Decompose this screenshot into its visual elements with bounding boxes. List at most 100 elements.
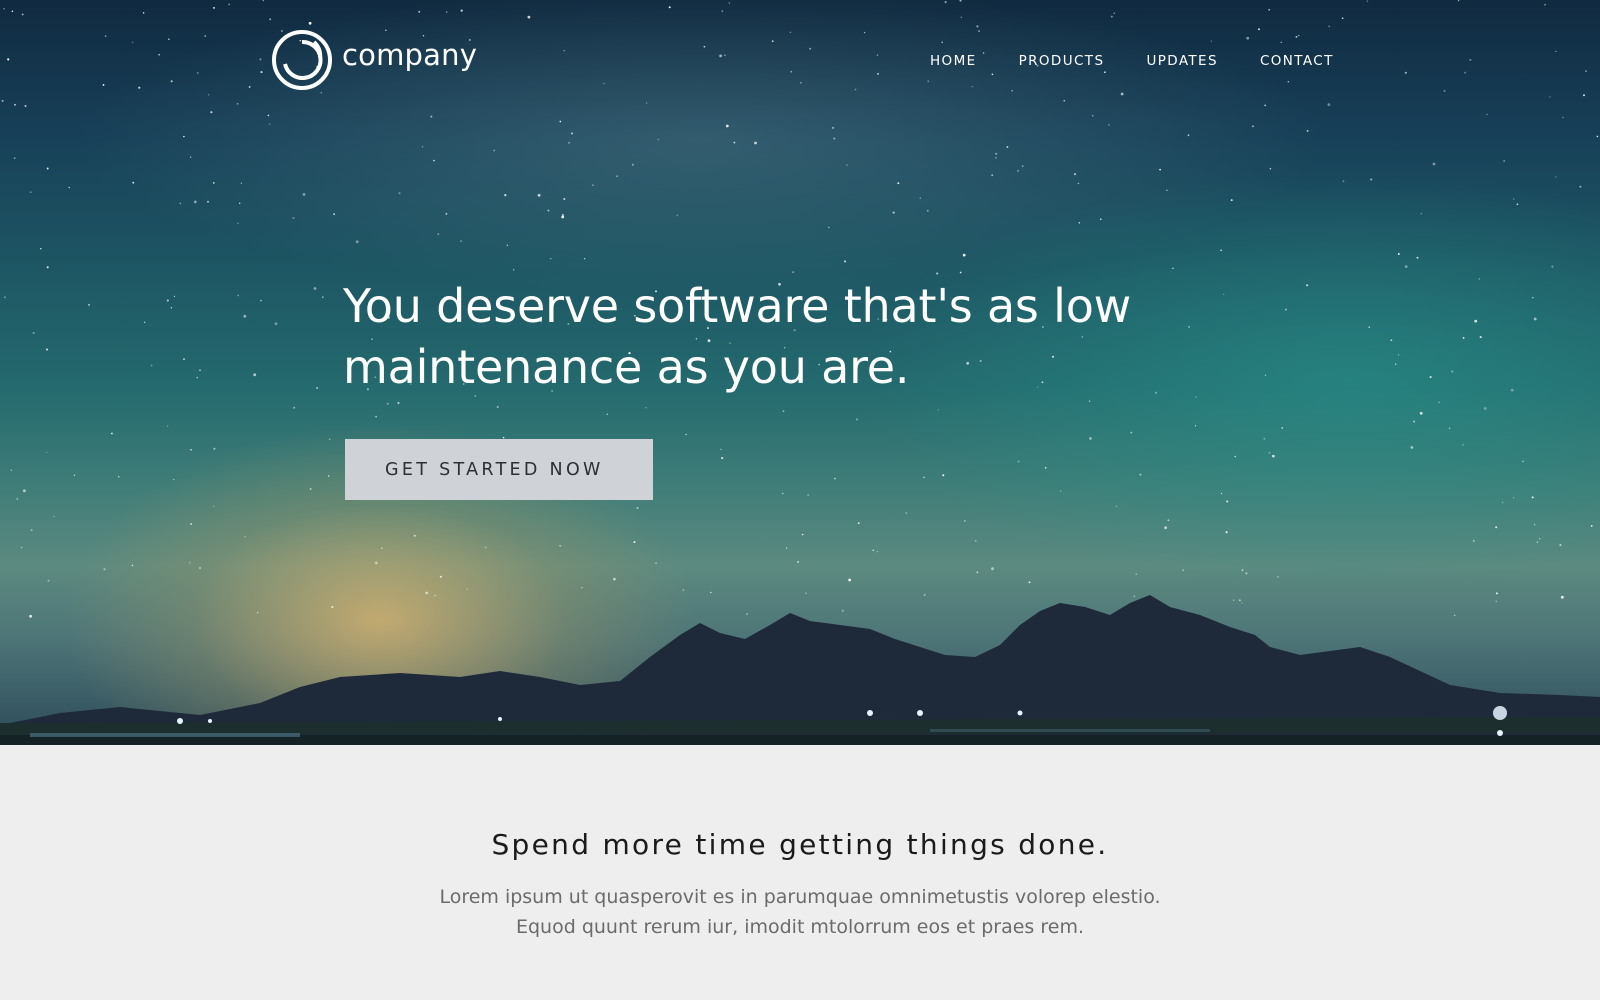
star — [413, 534, 416, 537]
star — [1531, 496, 1534, 499]
star — [327, 475, 330, 477]
star — [1166, 189, 1168, 192]
star — [1139, 473, 1142, 476]
star — [1420, 212, 1423, 215]
star — [797, 561, 799, 563]
star — [1280, 41, 1282, 44]
star — [919, 197, 921, 199]
star — [1017, 460, 1020, 463]
features-line-2: Equod quunt rerum iur, imodit mtolorrum … — [515, 916, 1084, 938]
star — [960, 16, 962, 18]
star — [13, 157, 16, 160]
nav-contact[interactable]: CONTACT — [1260, 53, 1334, 69]
get-started-button[interactable]: GET STARTED NOW — [345, 439, 653, 500]
nav-products[interactable]: PRODUCTS — [1019, 53, 1105, 69]
star — [1234, 455, 1236, 458]
star — [11, 10, 14, 13]
star — [877, 72, 879, 75]
ring-logo-icon — [272, 30, 332, 90]
star — [460, 9, 463, 12]
star — [1059, 490, 1062, 492]
star — [173, 295, 176, 297]
star — [313, 287, 317, 290]
star — [568, 141, 571, 144]
star — [183, 358, 185, 360]
star — [991, 567, 994, 571]
star — [445, 212, 448, 215]
star — [1022, 165, 1024, 167]
star — [1108, 124, 1110, 126]
star — [1306, 129, 1309, 132]
star — [1264, 104, 1267, 107]
star — [1532, 296, 1534, 299]
star — [616, 175, 619, 178]
star — [170, 307, 173, 309]
star — [398, 192, 401, 195]
star — [193, 200, 197, 204]
star — [386, 402, 389, 405]
star — [1585, 70, 1587, 72]
star — [446, 11, 448, 13]
star — [1327, 103, 1331, 106]
star — [138, 86, 141, 89]
star — [1486, 113, 1488, 116]
star — [721, 10, 724, 12]
star — [1368, 326, 1370, 328]
star — [1220, 249, 1222, 252]
star — [1516, 203, 1519, 206]
star — [1277, 576, 1279, 578]
star — [781, 492, 784, 495]
star — [207, 200, 209, 203]
star — [1590, 525, 1593, 527]
star — [1195, 396, 1197, 398]
star — [923, 476, 925, 479]
star — [1451, 370, 1454, 373]
star — [807, 494, 809, 496]
company-logo[interactable]: company — [270, 28, 477, 92]
star — [131, 564, 134, 567]
star — [46, 167, 49, 170]
star — [754, 141, 757, 145]
star — [1341, 17, 1344, 20]
star — [843, 260, 847, 263]
star — [995, 157, 997, 159]
star — [433, 159, 435, 162]
star — [439, 575, 442, 578]
star — [213, 505, 215, 507]
star — [1473, 540, 1475, 542]
star — [603, 82, 605, 85]
star — [936, 272, 939, 275]
star — [1088, 400, 1091, 402]
star — [189, 156, 192, 158]
star — [212, 182, 215, 184]
star — [703, 45, 706, 48]
star — [355, 240, 359, 244]
star — [1462, 444, 1464, 446]
nav-home[interactable]: HOME — [930, 53, 977, 69]
star — [418, 10, 421, 13]
star — [118, 476, 120, 478]
star — [1596, 135, 1599, 138]
star — [828, 226, 830, 229]
star — [322, 296, 324, 298]
star — [240, 182, 242, 184]
star — [1413, 420, 1416, 423]
star — [237, 222, 239, 225]
star — [1073, 173, 1077, 176]
star — [927, 80, 929, 82]
star — [253, 373, 257, 377]
star — [183, 135, 185, 138]
star — [1120, 92, 1124, 96]
star — [269, 18, 272, 21]
star — [685, 433, 687, 436]
nav-updates[interactable]: UPDATES — [1146, 53, 1218, 69]
star — [1559, 544, 1562, 547]
star — [20, 546, 23, 549]
star — [228, 3, 231, 6]
star — [1285, 308, 1287, 311]
star — [1077, 182, 1080, 185]
logo-text: company — [342, 38, 478, 72]
star — [73, 474, 76, 477]
star — [733, 141, 736, 144]
star — [872, 549, 875, 552]
